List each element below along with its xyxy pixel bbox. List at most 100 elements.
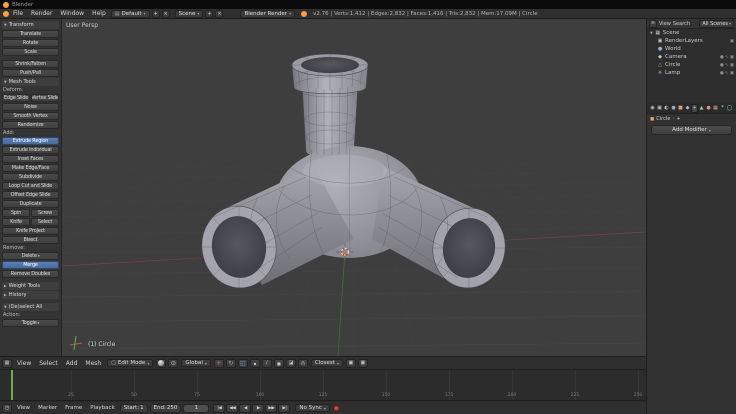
add-modifier-button[interactable]: Add Modifier ▾ (651, 125, 732, 135)
outliner-row-lamp[interactable]: ☼ Lamp ● ↖ ▣ (647, 69, 736, 77)
outliner-row-renderlayers[interactable]: ▣ RenderLayers ▣ (647, 37, 736, 45)
visible-toggle-icon[interactable]: ● (720, 63, 724, 68)
tool-button-scale[interactable]: Scale (2, 48, 59, 56)
tool-button-push-pull[interactable]: Push/Pull (2, 69, 59, 77)
snap-target-dropdown[interactable]: Closest ▾ (310, 359, 343, 367)
selectable-toggle-icon[interactable]: ↖ (725, 63, 729, 68)
properties-tab-object[interactable]: ■ (677, 104, 684, 113)
add-layout-button[interactable]: + (151, 9, 160, 18)
current-frame-indicator[interactable] (10, 370, 13, 400)
panel-header-history[interactable]: ▶ History (2, 291, 59, 299)
tool-button-rotate[interactable]: Rotate (2, 39, 59, 47)
properties-tab-physics[interactable]: ◯ (726, 104, 733, 113)
properties-tab-material[interactable]: ● (705, 104, 712, 113)
properties-tab-constraints[interactable]: ◆ (684, 104, 691, 113)
auto-keyframe-record-button[interactable] (332, 404, 340, 412)
tool-button-knife[interactable]: Knife (2, 218, 30, 226)
outliner-row-scene[interactable]: ▼ ▦ Scene (647, 29, 736, 37)
current-frame-field[interactable]: 1 (183, 403, 210, 413)
tool-button-make-edge-face[interactable]: Make Edge/Face (2, 164, 59, 172)
tool-button-toggle[interactable]: Toggle ▾ (2, 319, 59, 327)
menu-render[interactable]: Render (31, 10, 52, 17)
select-mode-face-button[interactable]: ■ (273, 358, 284, 368)
outliner-display-mode-dropdown[interactable]: All Scenes ▾ (699, 19, 734, 28)
render-toggle-icon[interactable]: ▣ (730, 39, 734, 44)
play-button[interactable]: ▶ (252, 403, 265, 413)
limit-selection-visible-button[interactable]: ◪ (285, 358, 296, 368)
properties-tab-render[interactable]: ◉ (649, 104, 656, 113)
timeline-editor-type-button[interactable]: ◷ (2, 403, 12, 413)
tool-button-randomize[interactable]: Randomize (2, 121, 59, 129)
tool-button-noise[interactable]: Noise (2, 103, 59, 111)
tool-button-duplicate[interactable]: Duplicate (2, 200, 59, 208)
jump-to-end-button[interactable]: ▶| (278, 403, 291, 413)
frame-end-field[interactable]: End: 250 (149, 403, 182, 413)
tool-button-translate[interactable]: Translate (2, 30, 59, 38)
tool-button-knife-project[interactable]: Knife Project (2, 227, 59, 235)
tool-button-screw[interactable]: Screw (31, 209, 59, 217)
properties-tab-world[interactable]: ● (670, 104, 677, 113)
unlink-scene-button[interactable]: × (215, 9, 224, 18)
viewport-3d[interactable]: User Persp (1) Circle (62, 19, 646, 356)
tool-button-bisect[interactable]: Bisect (2, 236, 59, 244)
outliner-row-world[interactable]: ● World (647, 45, 736, 53)
manipulator-scale-button[interactable]: ◱ (237, 358, 248, 368)
select-mode-vertex-button[interactable]: ▪ (249, 358, 260, 368)
outliner-row-circle[interactable]: △ Circle ● ↖ ▣ (647, 61, 736, 69)
select-mode-edge-button[interactable]: ∕ (261, 358, 272, 368)
menu-timeline-view[interactable]: View (17, 405, 30, 411)
properties-tab-scene[interactable]: ◐ (663, 104, 670, 113)
tool-button-spin[interactable]: Spin (2, 209, 30, 217)
screen-layout-dropdown[interactable]: ▤ Default ▾ (110, 9, 150, 18)
outliner-editor-type-button[interactable]: ≡ (649, 19, 657, 28)
viewport-canvas[interactable] (62, 19, 646, 356)
timeline-canvas[interactable]: 25 50 75 100 125 150 175 200 225 250 (0, 370, 646, 401)
render-toggle-icon[interactable]: ▣ (730, 55, 734, 60)
properties-tab-render-layers[interactable]: ▣ (656, 104, 663, 113)
jump-to-start-button[interactable]: |◀ (213, 403, 226, 413)
properties-tab-object-data[interactable]: ▲ (698, 104, 705, 113)
tool-button-remove-doubles[interactable]: Remove Doubles (2, 270, 59, 278)
tool-button-vertex-slide[interactable]: Vertex Slide (31, 94, 59, 102)
play-reverse-button[interactable]: ◀ (239, 403, 252, 413)
viewport-shading-dropdown[interactable] (156, 358, 167, 368)
menu-view[interactable]: View (17, 360, 31, 367)
sync-dropdown[interactable]: No Sync ▾ (295, 404, 330, 412)
blender-menu-icon[interactable] (3, 10, 9, 17)
triangle-down-icon[interactable]: ▼ (650, 31, 653, 35)
selectable-toggle-icon[interactable]: ↖ (725, 55, 729, 60)
snap-toggle-button[interactable]: ∩ (297, 358, 308, 368)
add-scene-button[interactable]: + (205, 9, 214, 18)
outliner-row-camera[interactable]: ◆ Camera ● ↖ ▣ (647, 53, 736, 61)
panel-header-weight-tools[interactable]: ▶ Weight Tools (2, 282, 59, 290)
tool-button-extrude-individual[interactable]: Extrude Individual (2, 146, 59, 154)
menu-select[interactable]: Select (39, 360, 58, 367)
properties-tab-modifiers[interactable]: + (691, 103, 698, 113)
menu-window[interactable]: Window (60, 10, 84, 17)
render-toggle-icon[interactable]: ▣ (730, 71, 734, 76)
tool-button-edge-slide[interactable]: Edge Slide (2, 94, 30, 102)
render-engine-dropdown[interactable]: Blender Render ▾ (240, 9, 296, 18)
scene-dropdown[interactable]: Scene ▾ (174, 9, 204, 18)
tool-button-extrude-region[interactable]: Extrude Region (2, 137, 59, 145)
tool-button-inset-faces[interactable]: Inset Faces (2, 155, 59, 163)
tool-button-select[interactable]: Select (31, 218, 59, 226)
visible-toggle-icon[interactable]: ● (720, 55, 724, 60)
tool-button-subdivide[interactable]: Subdivide (2, 173, 59, 181)
mode-dropdown[interactable]: ▢ Edit Mode ▾ (107, 359, 154, 367)
menu-outliner-search[interactable]: Search (673, 21, 690, 27)
menu-outliner-view[interactable]: View (659, 21, 671, 27)
tool-button-offset-edge-slide[interactable]: Offset Edge Slide (2, 191, 59, 199)
tool-button-delete[interactable]: Delete ▾ (2, 252, 59, 260)
menu-mesh[interactable]: Mesh (85, 360, 101, 367)
menu-frame[interactable]: Frame (65, 405, 82, 411)
tool-button-merge[interactable]: Merge (2, 261, 59, 269)
menu-marker[interactable]: Marker (38, 405, 57, 411)
jump-next-keyframe-button[interactable]: ▶▶ (265, 403, 278, 413)
manipulator-rotate-button[interactable]: ↻ (225, 358, 236, 368)
render-toggle-icon[interactable]: ▣ (730, 63, 734, 68)
panel-header-mesh-tools[interactable]: ▼ Mesh Tools (2, 78, 59, 86)
tool-button-loop-cut-and-slide[interactable]: Loop Cut and Slide (2, 182, 59, 190)
editor-type-button[interactable]: ▦ (2, 358, 12, 368)
visible-toggle-icon[interactable]: ● (720, 71, 724, 76)
